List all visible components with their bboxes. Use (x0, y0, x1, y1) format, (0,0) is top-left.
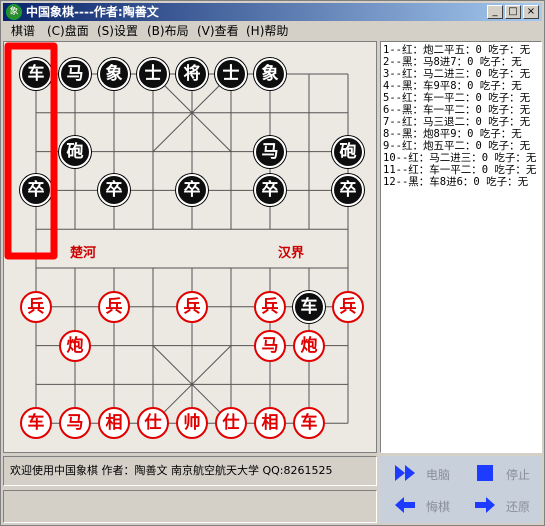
piece-red[interactable]: 炮 (59, 329, 91, 362)
piece-red[interactable]: 相 (254, 407, 286, 440)
minimize-button[interactable]: _ (487, 5, 503, 19)
app-window: 象 中国象棋----作者:陶善文 _ □ × 棋谱 (C)盘面 (S)设置 (B… (0, 0, 545, 526)
piece-red[interactable]: 车 (20, 407, 52, 440)
piece-red[interactable]: 帅 (176, 407, 208, 440)
history-row[interactable]: 7--红：马三退二：0 吃子：无 (383, 116, 530, 128)
menu-view[interactable]: (V)查看 (197, 24, 239, 39)
redo-label: 还原 (506, 500, 531, 514)
piece-black[interactable]: 马 (59, 58, 91, 90)
history-row[interactable]: 11--红：车一平二：0 吃子：无 (383, 164, 536, 176)
piece-black[interactable]: 士 (137, 58, 169, 90)
piece-black[interactable]: 象 (254, 58, 286, 90)
status-bar-message (3, 490, 377, 523)
stop-label: 停止 (506, 468, 531, 482)
piece-black[interactable]: 砲 (59, 135, 91, 168)
river-label-chu: 楚河 (70, 246, 97, 261)
menu-board[interactable]: (C)盘面 (47, 24, 89, 39)
piece-red[interactable]: 兵 (98, 290, 130, 323)
piece-red[interactable]: 马 (254, 329, 286, 362)
history-row[interactable]: 1--红：炮二平五：0 吃子：无 (383, 44, 530, 56)
move-history-list[interactable]: 1--红：炮二平五：0 吃子：无 2--黑：马8进7：0 吃子：无 3--红：马… (380, 41, 542, 453)
undo-arrow-icon (395, 497, 415, 513)
history-row[interactable]: 5--红：车一平二：0 吃子：无 (383, 92, 530, 104)
piece-red[interactable]: 兵 (176, 290, 208, 323)
piece-red[interactable]: 仕 (215, 407, 247, 440)
history-row[interactable]: 6--黑：车一平二：0 吃子：无 (383, 104, 530, 116)
undo-label: 悔棋 (426, 500, 451, 514)
menu-help[interactable]: (H)帮助 (246, 24, 288, 39)
piece-black[interactable]: 象 (98, 58, 130, 90)
piece-red[interactable]: 炮 (293, 329, 325, 362)
river-label-han: 汉界 (278, 246, 305, 261)
piece-red[interactable]: 马 (59, 407, 91, 440)
status-bar-info: 欢迎使用中国象棋 作者：陶善文 南京航空航天大学 QQ:8261525 (3, 456, 377, 486)
history-row[interactable]: 10--红：马二进三：0 吃子：无 (383, 152, 536, 164)
piece-red[interactable]: 兵 (20, 290, 52, 323)
stop-button[interactable]: 停止 (462, 458, 540, 488)
menu-settings[interactable]: (S)设置 (97, 24, 138, 39)
double-play-icon (395, 465, 415, 481)
history-row[interactable]: 8--黑：炮8平9：0 吃子：无 (383, 128, 522, 140)
history-row[interactable]: 4--黑：车9平8：0 吃子：无 (383, 80, 522, 92)
chess-board[interactable]: 楚河 汉界 车马象士将士象砲马砲卒卒卒卒卒车兵兵兵兵兵炮马炮车马相仕帅仕相车 (3, 41, 377, 453)
maximize-button[interactable]: □ (505, 5, 521, 19)
redo-arrow-icon (475, 497, 495, 513)
piece-red[interactable]: 兵 (332, 290, 364, 323)
board-grid (35, 73, 349, 424)
computer-move-button[interactable]: 电脑 (382, 458, 460, 488)
undo-button[interactable]: 悔棋 (382, 490, 460, 520)
piece-red[interactable]: 仕 (137, 407, 169, 440)
redo-button[interactable]: 还原 (462, 490, 540, 520)
close-button[interactable]: × (523, 5, 539, 19)
move-highlight (4, 42, 58, 260)
piece-black[interactable]: 士 (215, 58, 247, 90)
history-row[interactable]: 3--红：马二进三：0 吃子：无 (383, 68, 530, 80)
piece-red[interactable]: 车 (293, 407, 325, 440)
piece-black[interactable]: 马 (254, 135, 286, 168)
piece-red[interactable]: 相 (98, 407, 130, 440)
piece-black[interactable]: 砲 (332, 135, 364, 168)
menu-bar: 棋谱 (C)盘面 (S)设置 (B)布局 (V)查看 (H)帮助 (3, 22, 542, 41)
piece-black[interactable]: 车 (293, 290, 325, 323)
history-row[interactable]: 9--红：炮五平二：0 吃子：无 (383, 140, 530, 152)
menu-qipu[interactable]: 棋谱 (11, 24, 35, 39)
stop-icon (477, 465, 493, 481)
history-row[interactable]: 12--黑：车8进6：0 吃子：无 (383, 176, 528, 188)
app-icon: 象 (6, 4, 22, 20)
window-title: 中国象棋----作者:陶善文 (26, 5, 159, 19)
history-row[interactable]: 2--黑：马8进7：0 吃子：无 (383, 56, 522, 68)
piece-black[interactable]: 将 (176, 58, 208, 90)
control-panel: 电脑 停止 悔棋 还原 (380, 456, 542, 523)
title-bar[interactable]: 象 中国象棋----作者:陶善文 _ □ × (3, 3, 542, 21)
piece-red[interactable]: 兵 (254, 290, 286, 323)
computer-move-label: 电脑 (426, 468, 451, 482)
menu-layout[interactable]: (B)布局 (147, 24, 189, 39)
